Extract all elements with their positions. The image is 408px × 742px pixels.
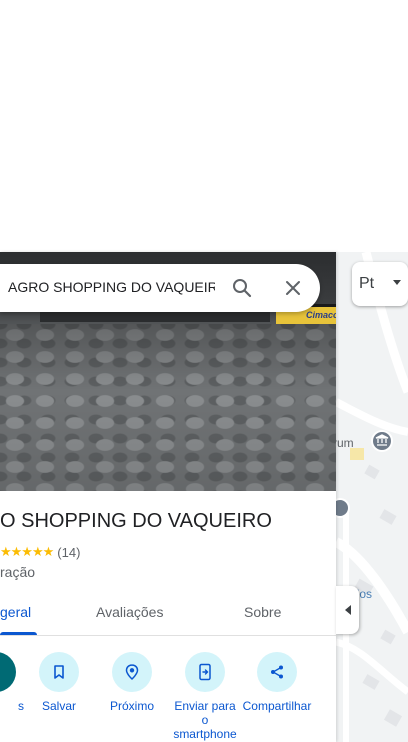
share-label: Compartilhar: [242, 699, 312, 713]
directions-icon: [0, 652, 16, 692]
collapse-panel-button[interactable]: [336, 586, 359, 634]
tab-bar: geral Avaliações Sobre: [0, 590, 336, 636]
place-panel: Cimaco AGRO SHOPPING DO VAQUEIRO O SHOPP…: [0, 252, 336, 742]
blank-area: [0, 0, 408, 252]
place-category[interactable]: ração: [0, 564, 35, 580]
directions-button[interactable]: s: [0, 652, 26, 713]
photo-shade: [0, 324, 336, 491]
share-button[interactable]: Compartilhar: [240, 652, 314, 713]
chevron-left-icon: [344, 605, 351, 615]
tab-about[interactable]: Sobre: [244, 604, 281, 620]
tab-overview[interactable]: geral: [0, 604, 31, 620]
nearby-button[interactable]: Próximo: [102, 652, 162, 713]
place-title: O SHOPPING DO VAQUEIRO: [0, 510, 272, 532]
map-view[interactable]: rum rcados: [336, 252, 408, 742]
tab-indicator: [0, 632, 37, 635]
language-button-label: Pt: [359, 275, 375, 292]
star-rating-icon: ★★★★★: [0, 544, 54, 559]
language-button[interactable]: Pt: [352, 262, 408, 306]
save-label: Salvar: [41, 699, 76, 713]
map-label: rum: [336, 436, 354, 450]
place-photo[interactable]: Cimaco AGRO SHOPPING DO VAQUEIRO: [0, 252, 336, 491]
send-to-phone-button[interactable]: Enviar para o smartphone: [170, 652, 240, 741]
directions-label: s: [18, 699, 24, 713]
tab-reviews[interactable]: Avaliações: [96, 604, 163, 620]
search-icon[interactable]: [230, 276, 254, 300]
nearby-icon: [112, 652, 152, 692]
nearby-label: Próximo: [109, 699, 154, 713]
share-icon: [257, 652, 297, 692]
send-to-phone-icon: [185, 652, 225, 692]
search-box[interactable]: AGRO SHOPPING DO VAQUEIRO: [0, 264, 320, 312]
bookmark-icon: [39, 652, 79, 692]
rating-row[interactable]: ★★★★★ (14): [0, 544, 80, 560]
search-input[interactable]: AGRO SHOPPING DO VAQUEIRO: [8, 279, 215, 299]
chevron-down-icon: [393, 280, 401, 285]
save-button[interactable]: Salvar: [29, 652, 89, 713]
close-icon[interactable]: [281, 276, 305, 300]
map-streets: [336, 252, 408, 742]
rating-count[interactable]: (14): [57, 545, 80, 560]
send-to-phone-label: Enviar para o smartphone: [173, 699, 237, 741]
